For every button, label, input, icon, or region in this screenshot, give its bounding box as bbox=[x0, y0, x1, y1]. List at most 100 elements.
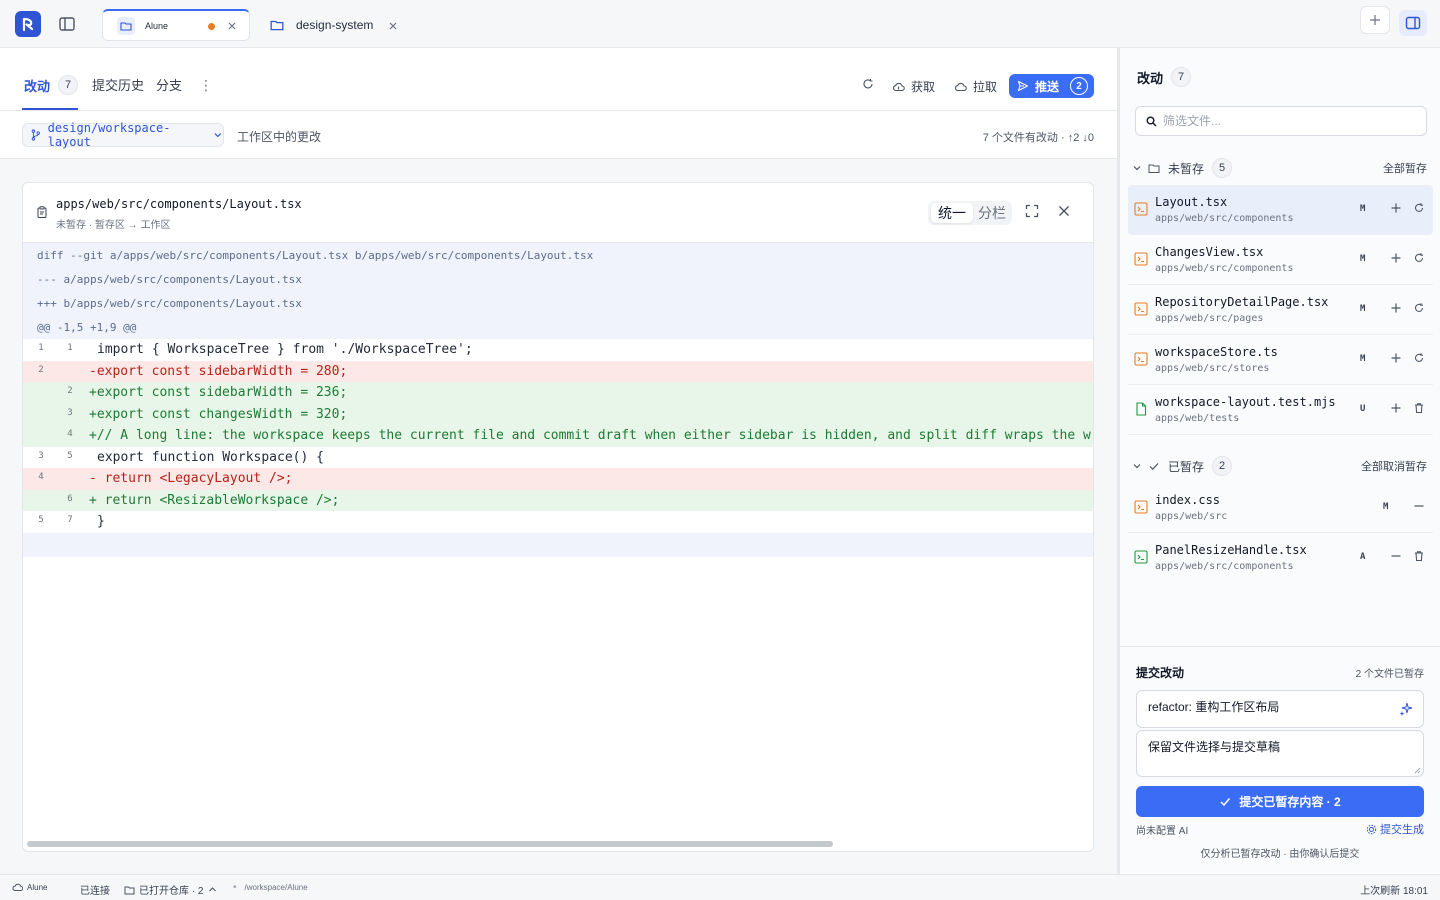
line-code: } bbox=[97, 514, 105, 530]
pull-label: 拉取 bbox=[973, 80, 998, 94]
tab-branches[interactable]: 分支 bbox=[156, 75, 182, 94]
close-tab-icon[interactable] bbox=[227, 21, 237, 31]
fullscreen-icon[interactable] bbox=[1025, 204, 1039, 218]
commit-staged-button[interactable]: 提交已暂存内容 · 2 bbox=[1136, 786, 1424, 817]
sparkle-icon[interactable] bbox=[1399, 702, 1413, 716]
diff-meta-line: +++ b/apps/web/src/components/Layout.tsx bbox=[23, 291, 1093, 315]
stage-plus-icon[interactable] bbox=[1390, 252, 1402, 264]
unstaged-group-header[interactable]: 未暂存 5 全部暂存 bbox=[1132, 158, 1427, 178]
staged-label: 已暂存 bbox=[1168, 459, 1205, 474]
new-line-number: 7 bbox=[67, 515, 73, 525]
app-logo-icon[interactable] bbox=[15, 11, 41, 37]
stage-plus-icon[interactable] bbox=[1390, 352, 1402, 364]
sidebar-toggle-icon[interactable] bbox=[58, 15, 76, 33]
top-bar: Alune design-system bbox=[0, 0, 1440, 48]
diff-meta-line: --- a/apps/web/src/components/Layout.tsx bbox=[23, 267, 1093, 291]
filter-files-field bbox=[1135, 106, 1427, 136]
file-dir: apps/web/tests bbox=[1155, 413, 1240, 424]
new-tab-button[interactable] bbox=[1360, 6, 1390, 34]
stage-plus-icon[interactable] bbox=[1390, 202, 1402, 214]
open-repos-button[interactable]: 已打开仓库 · 2 bbox=[124, 882, 217, 897]
file-row[interactable]: RepositoryDetailPage.tsx apps/web/src/pa… bbox=[1128, 285, 1433, 335]
commit-message-text: refactor: 重构工作区布局 bbox=[1148, 700, 1280, 714]
diff-line: 1 1 import { WorkspaceTree } from './Works… bbox=[23, 339, 1093, 361]
tab-changes[interactable]: 改动 7 bbox=[24, 75, 79, 95]
workspace-path-label: /workspace/Alune bbox=[244, 883, 308, 892]
line-code: +export const changesWidth = 320; bbox=[89, 406, 348, 422]
panel-title-label: 改动 bbox=[1137, 70, 1164, 86]
cloud-pull-icon bbox=[955, 82, 967, 91]
generate-commit-button[interactable]: 提交生成 bbox=[1366, 821, 1424, 837]
file-name: Layout.tsx bbox=[1155, 195, 1228, 209]
chevron-down-icon[interactable] bbox=[1132, 163, 1142, 173]
right-panel-toggle-button[interactable] bbox=[1399, 10, 1427, 36]
tab-design-system[interactable]: design-system bbox=[262, 9, 410, 41]
commit-title: 提交改动 bbox=[1136, 666, 1185, 680]
chevron-down-icon[interactable] bbox=[1132, 461, 1142, 471]
old-line-number bbox=[23, 404, 53, 408]
app-status[interactable]: Alune bbox=[12, 882, 47, 892]
old-line-number: 2 bbox=[38, 364, 44, 375]
diff-line: 2 +export const sidebarWidth = 236; bbox=[23, 382, 1093, 404]
stage-plus-icon[interactable] bbox=[1390, 302, 1402, 314]
file-dir: apps/web/src/components bbox=[1155, 263, 1294, 274]
file-dir: apps/web/src/stores bbox=[1155, 363, 1270, 374]
unstage-all-button[interactable]: 全部取消暂存 bbox=[1361, 458, 1427, 474]
diff-line: 4 - return <LegacyLayout />; bbox=[23, 468, 1093, 490]
cloud-fetch-icon bbox=[893, 82, 905, 91]
file-row[interactable]: Layout.tsx apps/web/src/components M bbox=[1128, 185, 1433, 235]
diff-card: apps/web/src/components/Layout.tsx 未暂存 ·… bbox=[22, 182, 1094, 852]
file-row[interactable]: workspaceStore.ts apps/web/src/stores M bbox=[1128, 335, 1433, 385]
unstage-minus-icon[interactable] bbox=[1390, 550, 1402, 562]
unstage-minus-icon[interactable] bbox=[1413, 500, 1425, 512]
discard-icon[interactable] bbox=[1413, 352, 1425, 364]
stage-all-button[interactable]: 全部暂存 bbox=[1383, 160, 1427, 176]
file-row[interactable]: PanelResizeHandle.tsx apps/web/src/compo… bbox=[1128, 533, 1433, 583]
branch-selector[interactable]: design/workspace-layout bbox=[22, 121, 224, 149]
discard-icon[interactable] bbox=[1413, 202, 1425, 214]
close-tab-icon[interactable] bbox=[388, 21, 398, 31]
diff-hunk-footer bbox=[23, 532, 1093, 557]
commit-message-input[interactable]: refactor: 重构工作区布局 bbox=[1136, 690, 1424, 728]
code-file-icon bbox=[1134, 550, 1148, 564]
last-refresh-label: 上次刷新 18:01 bbox=[1360, 886, 1428, 897]
file-row[interactable]: ChangesView.tsx apps/web/src/components … bbox=[1128, 235, 1433, 285]
trash-icon[interactable] bbox=[1413, 550, 1425, 562]
horizontal-scrollbar[interactable] bbox=[27, 841, 833, 847]
resize-grip-icon[interactable] bbox=[1413, 766, 1421, 774]
refresh-button[interactable] bbox=[862, 78, 874, 90]
split-view-button[interactable]: 分栏 bbox=[975, 203, 1009, 223]
line-code: +export const sidebarWidth = 236; bbox=[89, 385, 348, 401]
trash-icon[interactable] bbox=[1413, 402, 1425, 414]
tab-alune[interactable]: Alune bbox=[102, 9, 250, 41]
pull-button[interactable]: 拉取 bbox=[954, 78, 997, 95]
refresh-icon bbox=[863, 79, 873, 89]
discard-icon[interactable] bbox=[1413, 252, 1425, 264]
file-row[interactable]: index.css apps/web/src M bbox=[1128, 483, 1433, 533]
search-icon bbox=[1146, 116, 1157, 127]
file-dir: apps/web/src bbox=[1155, 511, 1228, 522]
file-dir: apps/web/src/components bbox=[1155, 561, 1294, 572]
check-icon bbox=[1149, 462, 1159, 470]
stage-plus-icon[interactable] bbox=[1390, 402, 1402, 414]
cloud-icon bbox=[12, 883, 23, 891]
discard-icon[interactable] bbox=[1413, 302, 1425, 314]
file-row[interactable]: workspace-layout.test.mjs apps/web/tests… bbox=[1128, 385, 1433, 435]
close-icon[interactable] bbox=[1058, 205, 1070, 217]
commit-description-input[interactable]: 保留文件选择与提交草稿 bbox=[1136, 730, 1424, 777]
push-button[interactable]: 推送 2 bbox=[1009, 74, 1094, 98]
separator-dot: • bbox=[233, 882, 237, 893]
file-status: M bbox=[1360, 254, 1366, 264]
old-line-number: 3 bbox=[38, 450, 44, 461]
generate-label: 提交生成 bbox=[1380, 824, 1424, 836]
unified-view-button[interactable]: 统一 bbox=[931, 203, 973, 223]
tab-history[interactable]: 提交历史 bbox=[92, 75, 144, 94]
branch-name: design/workspace-layout bbox=[47, 121, 171, 149]
more-icon[interactable]: ⋮ bbox=[199, 77, 213, 94]
staged-group-header[interactable]: 已暂存 2 全部取消暂存 bbox=[1132, 456, 1427, 476]
fetch-button[interactable]: 获取 bbox=[892, 78, 935, 95]
send-icon bbox=[1017, 80, 1029, 92]
filter-files-input[interactable] bbox=[1163, 114, 1413, 128]
old-line-number: 1 bbox=[38, 343, 44, 353]
file-name: PanelResizeHandle.tsx bbox=[1155, 543, 1307, 557]
